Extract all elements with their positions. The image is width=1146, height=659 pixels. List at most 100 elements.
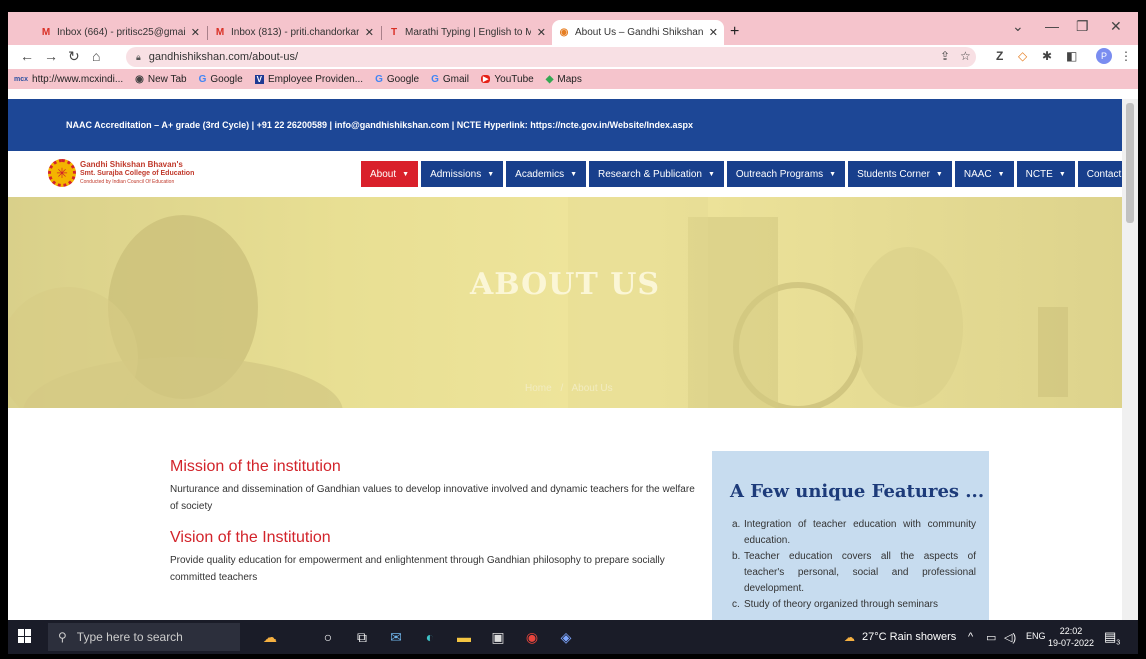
language-indicator[interactable]: ENG: [1026, 631, 1046, 641]
bookmark-google-2[interactable]: G Google: [375, 74, 419, 85]
taskbar-search[interactable]: ⚲ Type here to search: [48, 623, 240, 651]
browser-tab-1[interactable]: M Inbox (664) - pritisc25@gmail.co ✕: [34, 20, 206, 45]
emblem-icon: ✳: [48, 159, 76, 187]
bookmark-google[interactable]: G Google: [199, 74, 243, 85]
url-text: gandhishikshan.com/about-us/: [148, 51, 299, 63]
show-hidden-icons[interactable]: ^: [968, 631, 973, 643]
tab-search-icon[interactable]: ⌄: [1012, 18, 1024, 35]
college-logo[interactable]: ✳ Gandhi Shikshan Bhavan's Smt. Surajba …: [48, 159, 194, 187]
back-icon[interactable]: ←: [20, 48, 34, 64]
side-panel-icon[interactable]: ◧: [1066, 49, 1077, 63]
new-tab-button[interactable]: +: [730, 23, 739, 41]
breadcrumb-current: About Us: [571, 383, 613, 394]
extensions-puzzle-icon[interactable]: ✱: [1042, 49, 1052, 63]
app-icon[interactable]: ◈: [556, 627, 576, 647]
mission-text: Nurturance and dissemination of Gandhian…: [170, 484, 695, 512]
about-content: Mission of the institution Nurturance an…: [8, 408, 1122, 620]
bookmark-star-icon[interactable]: ☆: [960, 49, 971, 63]
contact-topbar: NAAC Accreditation – A+ grade (3rd Cycle…: [8, 99, 1122, 151]
bookmark-maps[interactable]: ◆ Maps: [546, 74, 582, 85]
extension-icon[interactable]: ◇: [1018, 49, 1027, 63]
close-tab-icon[interactable]: ✕: [709, 26, 718, 39]
hero-banner: ABOUT US Home / About Us: [8, 197, 1122, 408]
bookmark-youtube[interactable]: ▶ YouTube: [481, 74, 534, 85]
minimize-button[interactable]: —: [1045, 18, 1059, 34]
nav-research[interactable]: Research & Publication ▼: [589, 161, 724, 187]
gmail-icon: M: [215, 26, 225, 38]
weather-tray-icon[interactable]: ☁: [844, 631, 855, 644]
list-item: c. Study of theory organized through semi…: [732, 599, 938, 610]
hero-title: ABOUT US: [469, 267, 661, 302]
menu-kebab-icon[interactable]: ⋮: [1120, 49, 1132, 63]
web-page: NAAC Accreditation – A+ grade (3rd Cycle…: [8, 99, 1122, 620]
lock-icon: 🔒︎: [136, 51, 141, 62]
bookmark-epf[interactable]: V Employee Providen...: [254, 74, 363, 85]
volume-icon[interactable]: ◁): [1004, 631, 1016, 644]
mission-heading: Mission of the institution: [170, 458, 341, 475]
forward-icon[interactable]: →: [44, 48, 58, 64]
epf-icon: V: [254, 74, 264, 84]
close-tab-icon[interactable]: ✕: [191, 26, 200, 39]
bookmark-gmail[interactable]: G Gmail: [431, 74, 469, 85]
nav-students-corner[interactable]: Students Corner ▼: [848, 161, 952, 187]
search-icon: ⚲: [58, 630, 67, 644]
google-icon: G: [431, 73, 439, 85]
file-explorer-icon[interactable]: ▬: [454, 627, 474, 647]
chevron-down-icon: ▼: [829, 170, 837, 178]
profile-avatar[interactable]: P: [1096, 48, 1112, 64]
chrome-icon: ◉: [135, 73, 144, 85]
nav-about[interactable]: About ▼: [361, 161, 419, 187]
mail-icon[interactable]: ✉: [386, 627, 406, 647]
typing-icon: T: [390, 26, 398, 38]
page-scrollbar[interactable]: [1122, 99, 1138, 620]
close-window-button[interactable]: ✕: [1110, 18, 1122, 35]
edge-icon[interactable]: ◐: [420, 627, 440, 647]
main-nav: About ▼ Admissions ▼ Academics ▼ Research &…: [361, 161, 1122, 187]
features-list: a. Integration of teacher education with …: [732, 517, 976, 613]
share-icon[interactable]: ⇪: [940, 49, 950, 63]
nav-ncte[interactable]: NCTE ▼: [1016, 161, 1075, 187]
browser-tab-3[interactable]: T Marathi Typing | English to Mara ✕: [382, 20, 552, 45]
bookmark-mcx[interactable]: mcx http://www.mcxindi...: [14, 74, 123, 85]
restore-button[interactable]: ❐: [1076, 18, 1089, 35]
weather-widget-icon[interactable]: ☁: [260, 627, 280, 647]
weather-text[interactable]: 27°C Rain showers: [862, 631, 956, 643]
nav-contact[interactable]: Contact: [1077, 161, 1122, 187]
cortana-icon[interactable]: ○: [318, 627, 338, 647]
browser-toolbar: ← → ↻ ⌂ 🔒︎ gandhishikshan.com/about-us/ …: [8, 45, 1138, 69]
chevron-down-icon: ▼: [570, 170, 577, 178]
vision-heading: Vision of the Institution: [170, 529, 331, 546]
breadcrumb-home[interactable]: Home: [525, 383, 552, 394]
maps-icon: ◆: [545, 73, 554, 85]
taskbar-clock[interactable]: 22:02 19-07-2022: [1048, 625, 1094, 649]
extension-z-icon[interactable]: Z: [996, 49, 1003, 63]
scrollbar-thumb[interactable]: [1126, 103, 1134, 223]
nav-admissions[interactable]: Admissions ▼: [421, 161, 504, 187]
nav-outreach[interactable]: Outreach Programs ▼: [726, 161, 846, 187]
close-tab-icon[interactable]: ✕: [365, 26, 374, 39]
chevron-down-icon: ▼: [402, 170, 410, 178]
bookmark-new-tab[interactable]: ◉ New Tab: [135, 74, 186, 85]
chevron-down-icon: ▼: [487, 170, 495, 178]
breadcrumb: Home / About Us: [525, 383, 613, 394]
task-view-icon[interactable]: ⧉: [352, 627, 372, 647]
notification-icon[interactable]: ▤3: [1104, 629, 1120, 647]
browser-tab-2[interactable]: M Inbox (813) - priti.chandorkar@g ✕: [208, 20, 380, 45]
windows-start-icon[interactable]: [18, 629, 32, 643]
bookmarks-bar: mcx http://www.mcxindi... ◉ New Tab G Googl…: [8, 69, 1138, 89]
network-icon[interactable]: ▭: [986, 631, 996, 644]
address-bar[interactable]: 🔒︎ gandhishikshan.com/about-us/: [126, 47, 976, 67]
nav-academics[interactable]: Academics ▼: [506, 161, 586, 187]
reload-icon[interactable]: ↻: [68, 48, 80, 65]
screen: M Inbox (664) - pritisc25@gmail.co ✕ M I…: [8, 12, 1138, 654]
nav-naac[interactable]: NAAC ▼: [954, 161, 1014, 187]
hero-background-image: [8, 197, 1068, 408]
browser-tab-active[interactable]: ◉ About Us – Gandhi Shikshan Bha ✕: [552, 20, 724, 45]
site-icon: ◉: [559, 26, 569, 38]
close-tab-icon[interactable]: ✕: [537, 26, 546, 39]
chevron-down-icon: ▼: [997, 170, 1005, 178]
google-icon: G: [375, 73, 383, 85]
chrome-taskbar-icon[interactable]: ◉: [522, 627, 542, 647]
store-icon[interactable]: ▣: [488, 627, 508, 647]
home-icon[interactable]: ⌂: [92, 48, 100, 64]
